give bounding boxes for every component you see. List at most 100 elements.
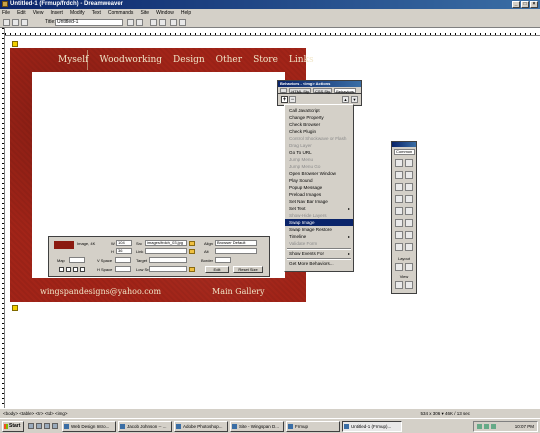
nav-design[interactable]: Design — [173, 55, 205, 65]
insert-fireworks-icon[interactable] — [395, 219, 403, 227]
insert-server-include-icon[interactable] — [405, 207, 413, 215]
insert-tabular-data-icon[interactable] — [405, 171, 413, 179]
oval-hotspot-icon[interactable] — [73, 267, 78, 272]
lowsrc-folder-icon[interactable] — [189, 267, 195, 272]
polygon-hotspot-icon[interactable] — [80, 267, 85, 272]
menu-view[interactable]: View — [33, 9, 44, 17]
task-photoshop[interactable]: Adobe Photoshop... — [174, 421, 228, 432]
maximize-button[interactable]: □ — [521, 1, 529, 8]
edit-button[interactable]: Edit — [205, 266, 229, 273]
menu-edit[interactable]: Edit — [17, 9, 26, 17]
file-management-icon[interactable] — [127, 19, 134, 26]
objects-category-select[interactable]: Common — [394, 149, 415, 155]
nav-myself[interactable]: Myself — [58, 55, 88, 65]
tab-more[interactable]: ... — [280, 88, 288, 94]
insert-email-link-icon[interactable] — [405, 195, 413, 203]
minimize-button[interactable]: _ — [512, 1, 520, 8]
clock[interactable]: 10:07 PM — [515, 423, 534, 431]
insert-table-icon[interactable] — [395, 171, 403, 179]
code-view-icon[interactable] — [405, 281, 413, 289]
code-navigation-icon[interactable] — [170, 19, 177, 26]
standard-view-icon[interactable] — [395, 263, 403, 271]
rect-hotspot-icon[interactable] — [66, 267, 71, 272]
task-web-design-intro[interactable]: Web Design Intro... — [62, 421, 116, 432]
task-site-wingspan[interactable]: Site - Wingspan D... — [230, 421, 284, 432]
actions-menu-item[interactable]: Set Text ▸ — [285, 205, 353, 212]
actions-menu-item[interactable]: Timeline ▸ — [285, 233, 353, 240]
insert-date-icon[interactable] — [395, 207, 403, 215]
browse-folder-icon[interactable] — [189, 241, 195, 246]
title-input[interactable]: Untitled-1 — [55, 19, 123, 26]
nav-woodworking[interactable]: Woodworking — [99, 55, 162, 65]
hspace-field[interactable] — [115, 266, 131, 272]
menu-commands[interactable]: Commands — [108, 9, 134, 17]
alt-field[interactable] — [215, 248, 257, 254]
footer-email[interactable]: wingspandesigns@yahoo.com — [40, 287, 161, 296]
insert-flash-icon[interactable] — [405, 219, 413, 227]
quicklaunch-desktop-icon[interactable] — [36, 423, 42, 429]
refresh-icon[interactable] — [150, 19, 157, 26]
insert-navbar-icon[interactable] — [395, 183, 403, 191]
add-behavior-button[interactable]: + — [281, 96, 288, 103]
move-up-button[interactable]: ▲ — [342, 96, 349, 103]
actions-menu-item[interactable]: Go To URL — [285, 149, 353, 156]
reference-icon[interactable] — [159, 19, 166, 26]
menu-file[interactable]: File — [2, 9, 10, 17]
width-field[interactable]: 104 — [116, 240, 132, 246]
align-select[interactable]: Browser Default — [215, 240, 257, 246]
insert-applet-icon[interactable] — [395, 243, 403, 251]
actions-menu-item[interactable]: Preload Images — [285, 191, 353, 198]
actions-menu-item[interactable]: Open Browser Window — [285, 170, 353, 177]
anchor-marker-icon[interactable] — [12, 305, 18, 311]
split-view-icon[interactable] — [12, 19, 19, 26]
remove-behavior-button[interactable]: − — [289, 96, 296, 103]
anchor-marker-icon[interactable] — [12, 41, 18, 47]
actions-menu-item[interactable]: Check Plugin — [285, 128, 353, 135]
vspace-field[interactable] — [115, 257, 131, 263]
src-field[interactable]: images/frdch_03.jpg — [145, 240, 187, 246]
actions-menu-item[interactable]: Swap Image Restore — [285, 226, 353, 233]
reset-size-button[interactable]: Reset Size — [233, 266, 263, 273]
footer-main-gallery[interactable]: Main Gallery — [212, 287, 265, 296]
insert-shockwave-icon[interactable] — [395, 231, 403, 239]
actions-menu-item[interactable]: Set Nav Bar Image — [285, 198, 353, 205]
task-frmup[interactable]: Frmup — [286, 421, 340, 432]
map-field[interactable] — [69, 257, 85, 263]
close-button[interactable]: × — [530, 1, 538, 8]
menu-modify[interactable]: Modify — [70, 9, 85, 17]
actions-menu-item[interactable]: Play Sound — [285, 177, 353, 184]
nav-other[interactable]: Other — [216, 55, 242, 65]
nav-store[interactable]: Store — [253, 55, 278, 65]
tab-behaviors[interactable]: Behaviors — [334, 88, 356, 94]
insert-layer-icon[interactable] — [405, 183, 413, 191]
tray-network-icon[interactable] — [477, 424, 482, 429]
insert-rollover-icon[interactable] — [405, 159, 413, 167]
preview-icon[interactable] — [136, 19, 143, 26]
actions-menu-item[interactable]: Call JavaScript — [285, 107, 353, 114]
menu-window[interactable]: Window — [156, 9, 174, 17]
lowsrc-field[interactable] — [149, 266, 187, 272]
menu-insert[interactable]: Insert — [50, 9, 63, 17]
menu-text[interactable]: Text — [92, 9, 101, 17]
insert-activex-icon[interactable] — [405, 243, 413, 251]
insert-hr-icon[interactable] — [395, 195, 403, 203]
code-view-icon[interactable] — [3, 19, 10, 26]
quicklaunch-outlook-icon[interactable] — [44, 423, 50, 429]
menu-help[interactable]: Help — [181, 9, 191, 17]
actions-menu-item[interactable]: Change Property — [285, 114, 353, 121]
actions-menu-item[interactable]: Check Browser — [285, 121, 353, 128]
actions-menu-item[interactable]: Show Events For ▸ — [285, 250, 353, 257]
height-field[interactable]: 36 — [116, 248, 132, 254]
quicklaunch-ie-icon[interactable] — [28, 423, 34, 429]
task-jacob-johnson[interactable]: Jacob Johnson -- ... — [118, 421, 172, 432]
start-button[interactable]: Start — [2, 421, 24, 432]
border-field[interactable] — [215, 257, 231, 263]
design-view-icon[interactable] — [395, 281, 403, 289]
menu-site[interactable]: Site — [140, 9, 149, 17]
view-options-icon[interactable] — [179, 19, 186, 26]
link-folder-icon[interactable] — [189, 249, 195, 254]
tab-css-styles[interactable]: CSS Sty — [312, 88, 333, 94]
design-view-icon[interactable] — [21, 19, 28, 26]
actions-menu-item[interactable]: Popup Message — [285, 184, 353, 191]
tray-antivirus-icon[interactable] — [491, 424, 496, 429]
